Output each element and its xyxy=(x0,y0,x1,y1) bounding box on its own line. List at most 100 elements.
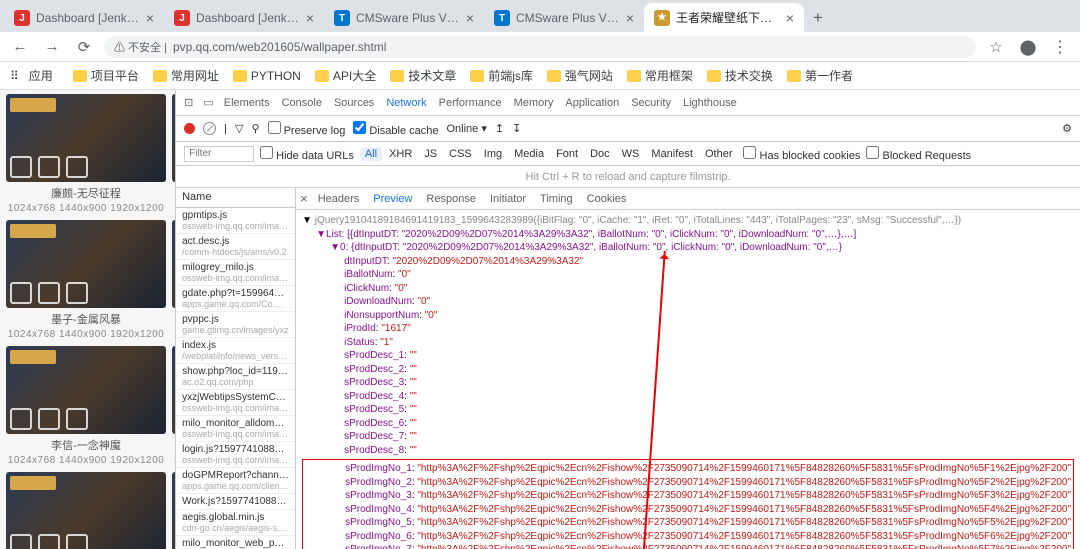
request-row[interactable]: gdate.php?t=159964328327apps.game.qq.com… xyxy=(176,286,295,312)
browser-tab[interactable]: JDashboard [Jenkins]× xyxy=(164,4,324,32)
forward-button[interactable]: → xyxy=(40,35,64,59)
type-filter[interactable]: CSS xyxy=(444,147,477,161)
folder-icon xyxy=(787,70,801,82)
detail-tab[interactable]: Cookies xyxy=(587,193,627,205)
download-icon[interactable]: ↧ xyxy=(512,122,521,135)
filter-icon[interactable]: ▽ xyxy=(235,122,243,135)
request-row[interactable]: pvppc.jsgame.gtimg.cn/images/yxz xyxy=(176,312,295,338)
upload-icon[interactable]: ↥ xyxy=(495,122,504,135)
type-filter[interactable]: Img xyxy=(479,147,507,161)
folder-icon xyxy=(315,70,329,82)
devtools-tab[interactable]: Application xyxy=(565,97,619,109)
star-icon[interactable]: ☆ xyxy=(984,35,1008,59)
type-filter[interactable]: Media xyxy=(509,147,549,161)
request-row[interactable]: Work.js?1597741088577 xyxy=(176,494,295,510)
inspect-icon[interactable]: ⊡ xyxy=(184,96,193,109)
devtools-tab[interactable]: Lighthouse xyxy=(683,97,737,109)
type-filter[interactable]: Manifest xyxy=(646,147,698,161)
wallpaper-thumb[interactable] xyxy=(6,346,166,434)
back-button[interactable]: ← xyxy=(8,35,32,59)
bookmark-item[interactable]: 第一作者 xyxy=(787,67,853,84)
apps-label[interactable]: 应用 xyxy=(29,67,53,84)
profile-icon[interactable]: ⬤ xyxy=(1016,35,1040,59)
hide-data-urls[interactable]: Hide data URLs xyxy=(260,146,354,162)
address-bar[interactable]: ⚠ 不安全 | pvp.qq.com/web201605/wallpaper.s… xyxy=(104,36,976,58)
filter-input[interactable] xyxy=(184,146,254,162)
request-row[interactable]: milogrey_milo.jsossweb-img.qq.com/images xyxy=(176,260,295,286)
bookmark-item[interactable]: PYTHON xyxy=(233,67,301,84)
request-row[interactable]: milo_monitor_alldomain.jsossweb-img.qq.c… xyxy=(176,416,295,442)
type-filter[interactable]: Doc xyxy=(585,147,615,161)
close-icon[interactable]: × xyxy=(626,10,634,26)
bookmark-item[interactable]: 常用框架 xyxy=(627,67,693,84)
devtools-tab[interactable]: Sources xyxy=(334,97,374,109)
request-row[interactable]: yxzjWebtipsSystemConfig.jsossweb-img.qq.… xyxy=(176,390,295,416)
browser-tab[interactable]: JDashboard [Jenkins]× xyxy=(4,4,164,32)
close-detail-icon[interactable]: × xyxy=(300,191,308,206)
wallpaper-card[interactable]: 墨子-金属风暴1024x768 1440x900 1920x1200 xyxy=(6,220,166,340)
request-row[interactable]: login.js?1597741088577ossweb-img.qq.com/… xyxy=(176,442,295,468)
bookmark-item[interactable]: 技术文章 xyxy=(390,67,456,84)
bookmark-item[interactable]: 技术交换 xyxy=(707,67,773,84)
browser-tab[interactable]: TCMSware Plus V2.0 - Adminis× xyxy=(324,4,484,32)
request-row[interactable]: gpmtips.jsossweb-img.qq.com/images xyxy=(176,208,295,234)
type-filter[interactable]: All xyxy=(360,147,382,161)
clear-icon[interactable] xyxy=(203,122,216,135)
name-column-header[interactable]: Name xyxy=(176,188,295,208)
bookmark-item[interactable]: 常用网址 xyxy=(153,67,219,84)
devtools-tab[interactable]: Performance xyxy=(439,97,502,109)
close-icon[interactable]: × xyxy=(786,10,794,26)
type-filter[interactable]: Font xyxy=(551,147,583,161)
type-filter[interactable]: XHR xyxy=(384,147,417,161)
search-icon[interactable]: ⚲ xyxy=(251,122,259,135)
request-row[interactable]: aegis.global.min.jscdn-go.cn/aegis/aegis… xyxy=(176,510,295,536)
wallpaper-thumb[interactable] xyxy=(6,220,166,308)
detail-tab[interactable]: Preview xyxy=(373,193,412,205)
close-icon[interactable]: × xyxy=(146,10,154,26)
detail-tab[interactable]: Initiator xyxy=(490,193,526,205)
request-row[interactable]: act.desc.js/comm-htdocs/js/ams/v0.2 xyxy=(176,234,295,260)
bookmark-item[interactable]: API大全 xyxy=(315,67,376,84)
type-filter[interactable]: WS xyxy=(617,147,645,161)
wallpaper-thumb[interactable] xyxy=(6,94,166,182)
apps-icon[interactable]: ⠿ xyxy=(10,69,19,83)
close-icon[interactable]: × xyxy=(466,10,474,26)
wallpaper-card[interactable]: 廉颇-无尽征程1024x768 1440x900 1920x1200 xyxy=(6,94,166,214)
request-row[interactable]: doGPMReport?channel=3&apps.game.qq.com/c… xyxy=(176,468,295,494)
devtools-tab[interactable]: Network xyxy=(386,97,426,109)
detail-tab[interactable]: Timing xyxy=(540,193,573,205)
device-icon[interactable]: ▭ xyxy=(203,96,213,109)
url-text: pvp.qq.com/web201605/wallpaper.shtml xyxy=(173,40,386,54)
blocked-cookies[interactable]: Has blocked cookies xyxy=(743,146,860,162)
request-row[interactable]: show.php?loc_id=119_0dBeac.o2.qq.com/php xyxy=(176,364,295,390)
devtools-tab[interactable]: Memory xyxy=(514,97,554,109)
blocked-requests[interactable]: Blocked Requests xyxy=(866,146,971,162)
wallpaper-thumb[interactable] xyxy=(6,472,166,549)
devtools-tab[interactable]: Elements xyxy=(224,97,270,109)
preview-content[interactable]: ▼ jQuery19104189184691419183_15996432839… xyxy=(296,210,1080,549)
wallpaper-card[interactable]: 嬴政-王者独尊1024x768 1440x900 1920x1200 xyxy=(6,472,166,549)
type-filter[interactable]: Other xyxy=(700,147,738,161)
detail-tab[interactable]: Headers xyxy=(318,193,360,205)
bookmark-item[interactable]: 项目平台 xyxy=(73,67,139,84)
detail-tab[interactable]: Response xyxy=(426,193,476,205)
wallpaper-card[interactable]: 李信-一念神魔1024x768 1440x900 1920x1200 xyxy=(6,346,166,466)
online-select[interactable]: Online ▾ xyxy=(446,122,486,135)
close-icon[interactable]: × xyxy=(306,10,314,26)
browser-tab[interactable]: TCMSware Plus V2.0× xyxy=(484,4,644,32)
devtools-tab[interactable]: Console xyxy=(282,97,322,109)
browser-tab[interactable]: ★王者荣耀壁纸下载-王者荣耀官方× xyxy=(644,3,804,32)
devtools-tab[interactable]: Security xyxy=(631,97,671,109)
settings-icon[interactable]: ⚙ xyxy=(1062,122,1072,135)
menu-button[interactable]: ⋮ xyxy=(1048,37,1072,57)
disable-cache-checkbox[interactable]: Disable cache xyxy=(353,121,438,137)
preserve-log-checkbox[interactable]: Preserve log xyxy=(268,121,346,137)
new-tab-button[interactable]: + xyxy=(804,4,832,32)
request-row[interactable]: index.js/webplat/info/news_version xyxy=(176,338,295,364)
request-row[interactable]: milo_monitor_web_pvp.qq.coossweb-img.qq.… xyxy=(176,536,295,549)
bookmark-item[interactable]: 强气网站 xyxy=(547,67,613,84)
record-icon[interactable] xyxy=(184,123,195,134)
type-filter[interactable]: JS xyxy=(419,147,442,161)
bookmark-item[interactable]: 前端js库 xyxy=(470,67,533,84)
reload-button[interactable]: ⟳ xyxy=(72,35,96,59)
